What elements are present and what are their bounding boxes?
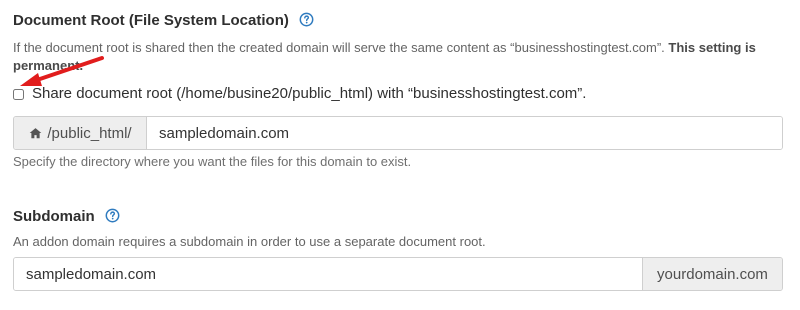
document-root-prefix-label: /public_html/ xyxy=(47,124,132,142)
document-root-input-group: /public_html/ xyxy=(13,116,783,150)
help-icon[interactable] xyxy=(299,12,314,27)
subdomain-input[interactable] xyxy=(14,258,642,290)
document-root-help-text: Specify the directory where you want the… xyxy=(13,154,412,169)
share-document-root-row: Share document root (/home/busine20/publ… xyxy=(13,84,586,104)
help-icon[interactable] xyxy=(105,208,120,223)
document-root-input[interactable] xyxy=(147,117,782,149)
document-root-title: Document Root (File System Location) xyxy=(13,12,289,29)
subdomain-input-group: yourdomain.com xyxy=(13,257,783,291)
document-root-description: If the document root is shared then the … xyxy=(13,39,783,75)
share-document-root-label[interactable]: Share document root (/home/busine20/publ… xyxy=(32,84,586,104)
home-icon xyxy=(28,126,43,141)
subdomain-title-row: Subdomain xyxy=(13,207,120,227)
domain-suffix: yourdomain.com xyxy=(642,258,782,290)
document-root-description-text: If the document root is shared then the … xyxy=(13,40,669,55)
subdomain-title: Subdomain xyxy=(13,208,95,225)
addon-domain-form: Document Root (File System Location) If … xyxy=(0,0,800,310)
subdomain-description: An addon domain requires a subdomain in … xyxy=(13,234,486,249)
document-root-title-row: Document Root (File System Location) xyxy=(13,11,314,31)
share-document-root-checkbox[interactable] xyxy=(13,88,24,100)
document-root-prefix: /public_html/ xyxy=(14,117,147,149)
